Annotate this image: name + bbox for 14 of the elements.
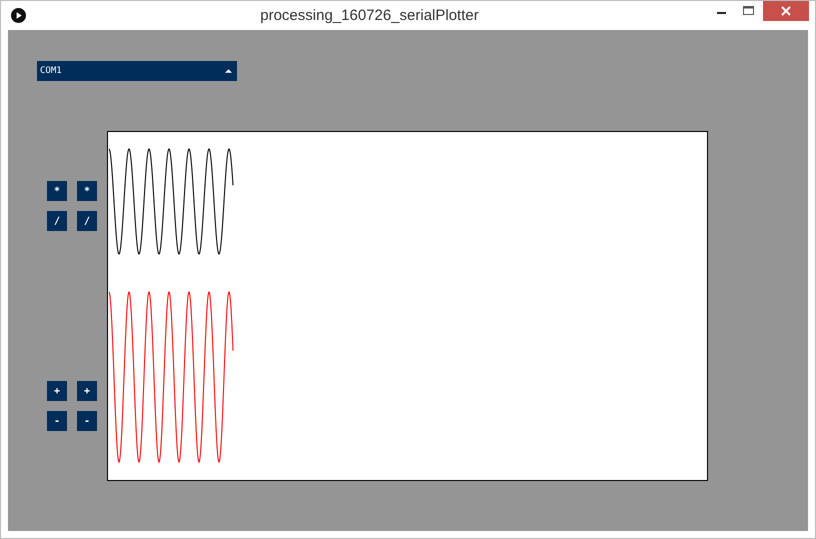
scale-button[interactable]: * bbox=[47, 181, 67, 201]
scale-button[interactable]: * bbox=[77, 181, 97, 201]
scale-button[interactable]: / bbox=[77, 211, 97, 231]
scale-button[interactable]: + bbox=[47, 381, 67, 401]
dropdown-value: COM1 bbox=[40, 66, 62, 76]
close-button[interactable] bbox=[763, 1, 809, 21]
caret-icon bbox=[225, 69, 232, 73]
scale-button[interactable]: - bbox=[77, 411, 97, 431]
scale-button[interactable]: + bbox=[77, 381, 97, 401]
scale-button[interactable]: - bbox=[47, 411, 67, 431]
scale-button[interactable]: / bbox=[47, 211, 67, 231]
port-dropdown[interactable]: COM1 bbox=[37, 61, 237, 81]
window-title: processing_160726_serialPlotter bbox=[259, 7, 480, 24]
play-icon bbox=[11, 8, 26, 23]
